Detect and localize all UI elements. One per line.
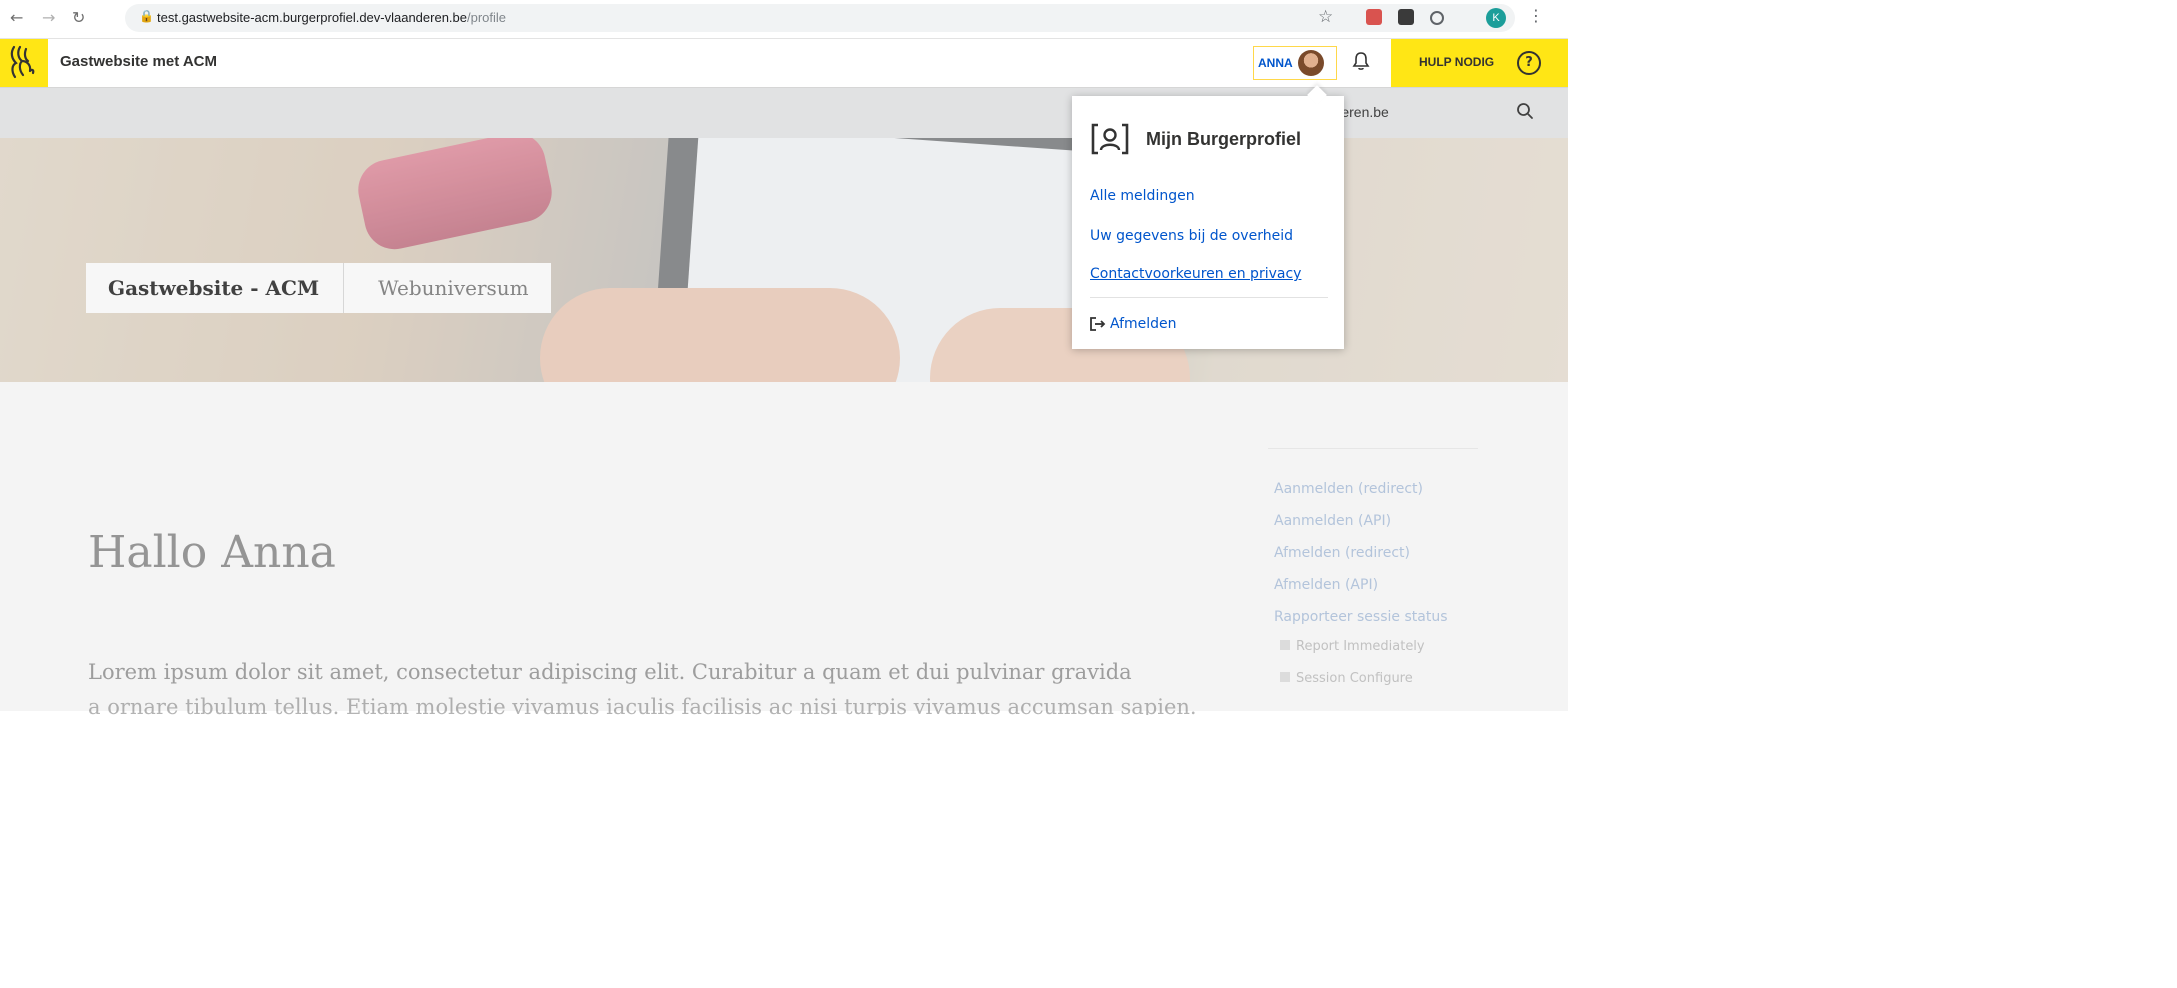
profile-button[interactable]: ANNA (1253, 46, 1337, 80)
link-uw-gegevens[interactable]: Uw gegevens bij de overheid (1090, 228, 1293, 244)
profile-user-name: ANNA (1258, 56, 1293, 70)
main-content: Hallo Anna Lorem ipsum dolor sit amet, c… (0, 382, 1568, 715)
sidebar-link-aanmelden-api[interactable]: Aanmelden (API) (1274, 511, 1478, 543)
logout-label: Afmelden (1110, 316, 1177, 332)
browser-profile-avatar[interactable]: K (1486, 8, 1506, 28)
link-contactvoorkeuren[interactable]: Contactvoorkeuren en privacy (1090, 266, 1301, 282)
profile-dropdown: Mijn Burgerprofiel Alle meldingen Uw geg… (1072, 85, 1344, 349)
site-title[interactable]: Gastwebsite met ACM (60, 53, 217, 70)
dropdown-title: Mijn Burgerprofiel (1146, 129, 1302, 149)
dropdown-divider (1090, 297, 1328, 298)
avatar (1298, 50, 1324, 76)
extension-icon[interactable] (1398, 9, 1414, 25)
page-title: Hallo Anna (88, 527, 336, 578)
search-icon[interactable] (1516, 102, 1534, 124)
session-configure-checkbox[interactable]: Session Configure (1280, 671, 1478, 703)
sidebar-link-afmelden-redirect[interactable]: Afmelden (redirect) (1274, 543, 1478, 575)
checkbox-label: Session Configure (1296, 671, 1413, 686)
breadcrumb-item-home[interactable]: Gastwebsite - ACM (86, 263, 344, 313)
logout-link[interactable]: Afmelden (1090, 316, 1177, 335)
vlaanderen-lion-logo[interactable] (0, 39, 48, 87)
help-button[interactable]: HULP NODIG ? (1391, 39, 1568, 87)
reload-icon[interactable]: ↻ (72, 8, 85, 27)
sidebar-link-session-status[interactable]: Rapporteer sessie status (1274, 607, 1478, 639)
help-circle-icon: ? (1517, 51, 1541, 75)
address-bar[interactable]: 🔒 test.gastwebsite-acm.burgerprofiel.dev… (125, 4, 1515, 32)
breadcrumb-item-webuniversum[interactable]: Webuniversum (343, 263, 551, 313)
checkbox-icon (1280, 640, 1290, 650)
notifications-bell-icon[interactable] (1352, 51, 1370, 75)
forward-icon[interactable]: → (42, 8, 55, 27)
pdf-extension-icon[interactable] (1366, 9, 1382, 25)
browser-menu-icon[interactable]: ⋮ (1528, 6, 1544, 25)
logout-icon (1090, 317, 1106, 335)
help-button-label: HULP NODIG (1419, 55, 1495, 69)
report-immediately-checkbox[interactable]: Report Immediately (1280, 639, 1478, 671)
link-alle-meldingen[interactable]: Alle meldingen (1090, 188, 1195, 204)
bookmark-star-icon[interactable]: ☆ (1318, 7, 1333, 27)
intro-text-line-1: Lorem ipsum dolor sit amet, consectetur … (88, 660, 1132, 684)
sidebar-link-aanmelden-redirect[interactable]: Aanmelden (redirect) (1274, 479, 1478, 511)
circle-extension-icon[interactable] (1430, 11, 1444, 25)
intro-text-line-2: a ornare tibulum tellus. Etiam molestie … (88, 695, 1197, 715)
sidebar-actions: Aanmelden (redirect) Aanmelden (API) Afm… (1268, 448, 1478, 703)
checkbox-label: Report Immediately (1296, 639, 1425, 654)
browser-toolbar: ← → ↻ 🔒 test.gastwebsite-acm.burgerprofi… (0, 0, 1568, 39)
lock-icon: 🔒 (139, 9, 154, 23)
breadcrumb: Gastwebsite - ACM Webuniversum (86, 263, 551, 313)
burgerprofiel-icon (1090, 122, 1130, 160)
url-text: test.gastwebsite-acm.burgerprofiel.dev-v… (157, 10, 507, 25)
checkbox-icon (1280, 672, 1290, 682)
global-header: Gastwebsite met ACM ANNA HULP NODIG ? (0, 39, 1568, 88)
back-icon[interactable]: ← (10, 8, 23, 27)
sidebar-link-afmelden-api[interactable]: Afmelden (API) (1274, 575, 1478, 607)
